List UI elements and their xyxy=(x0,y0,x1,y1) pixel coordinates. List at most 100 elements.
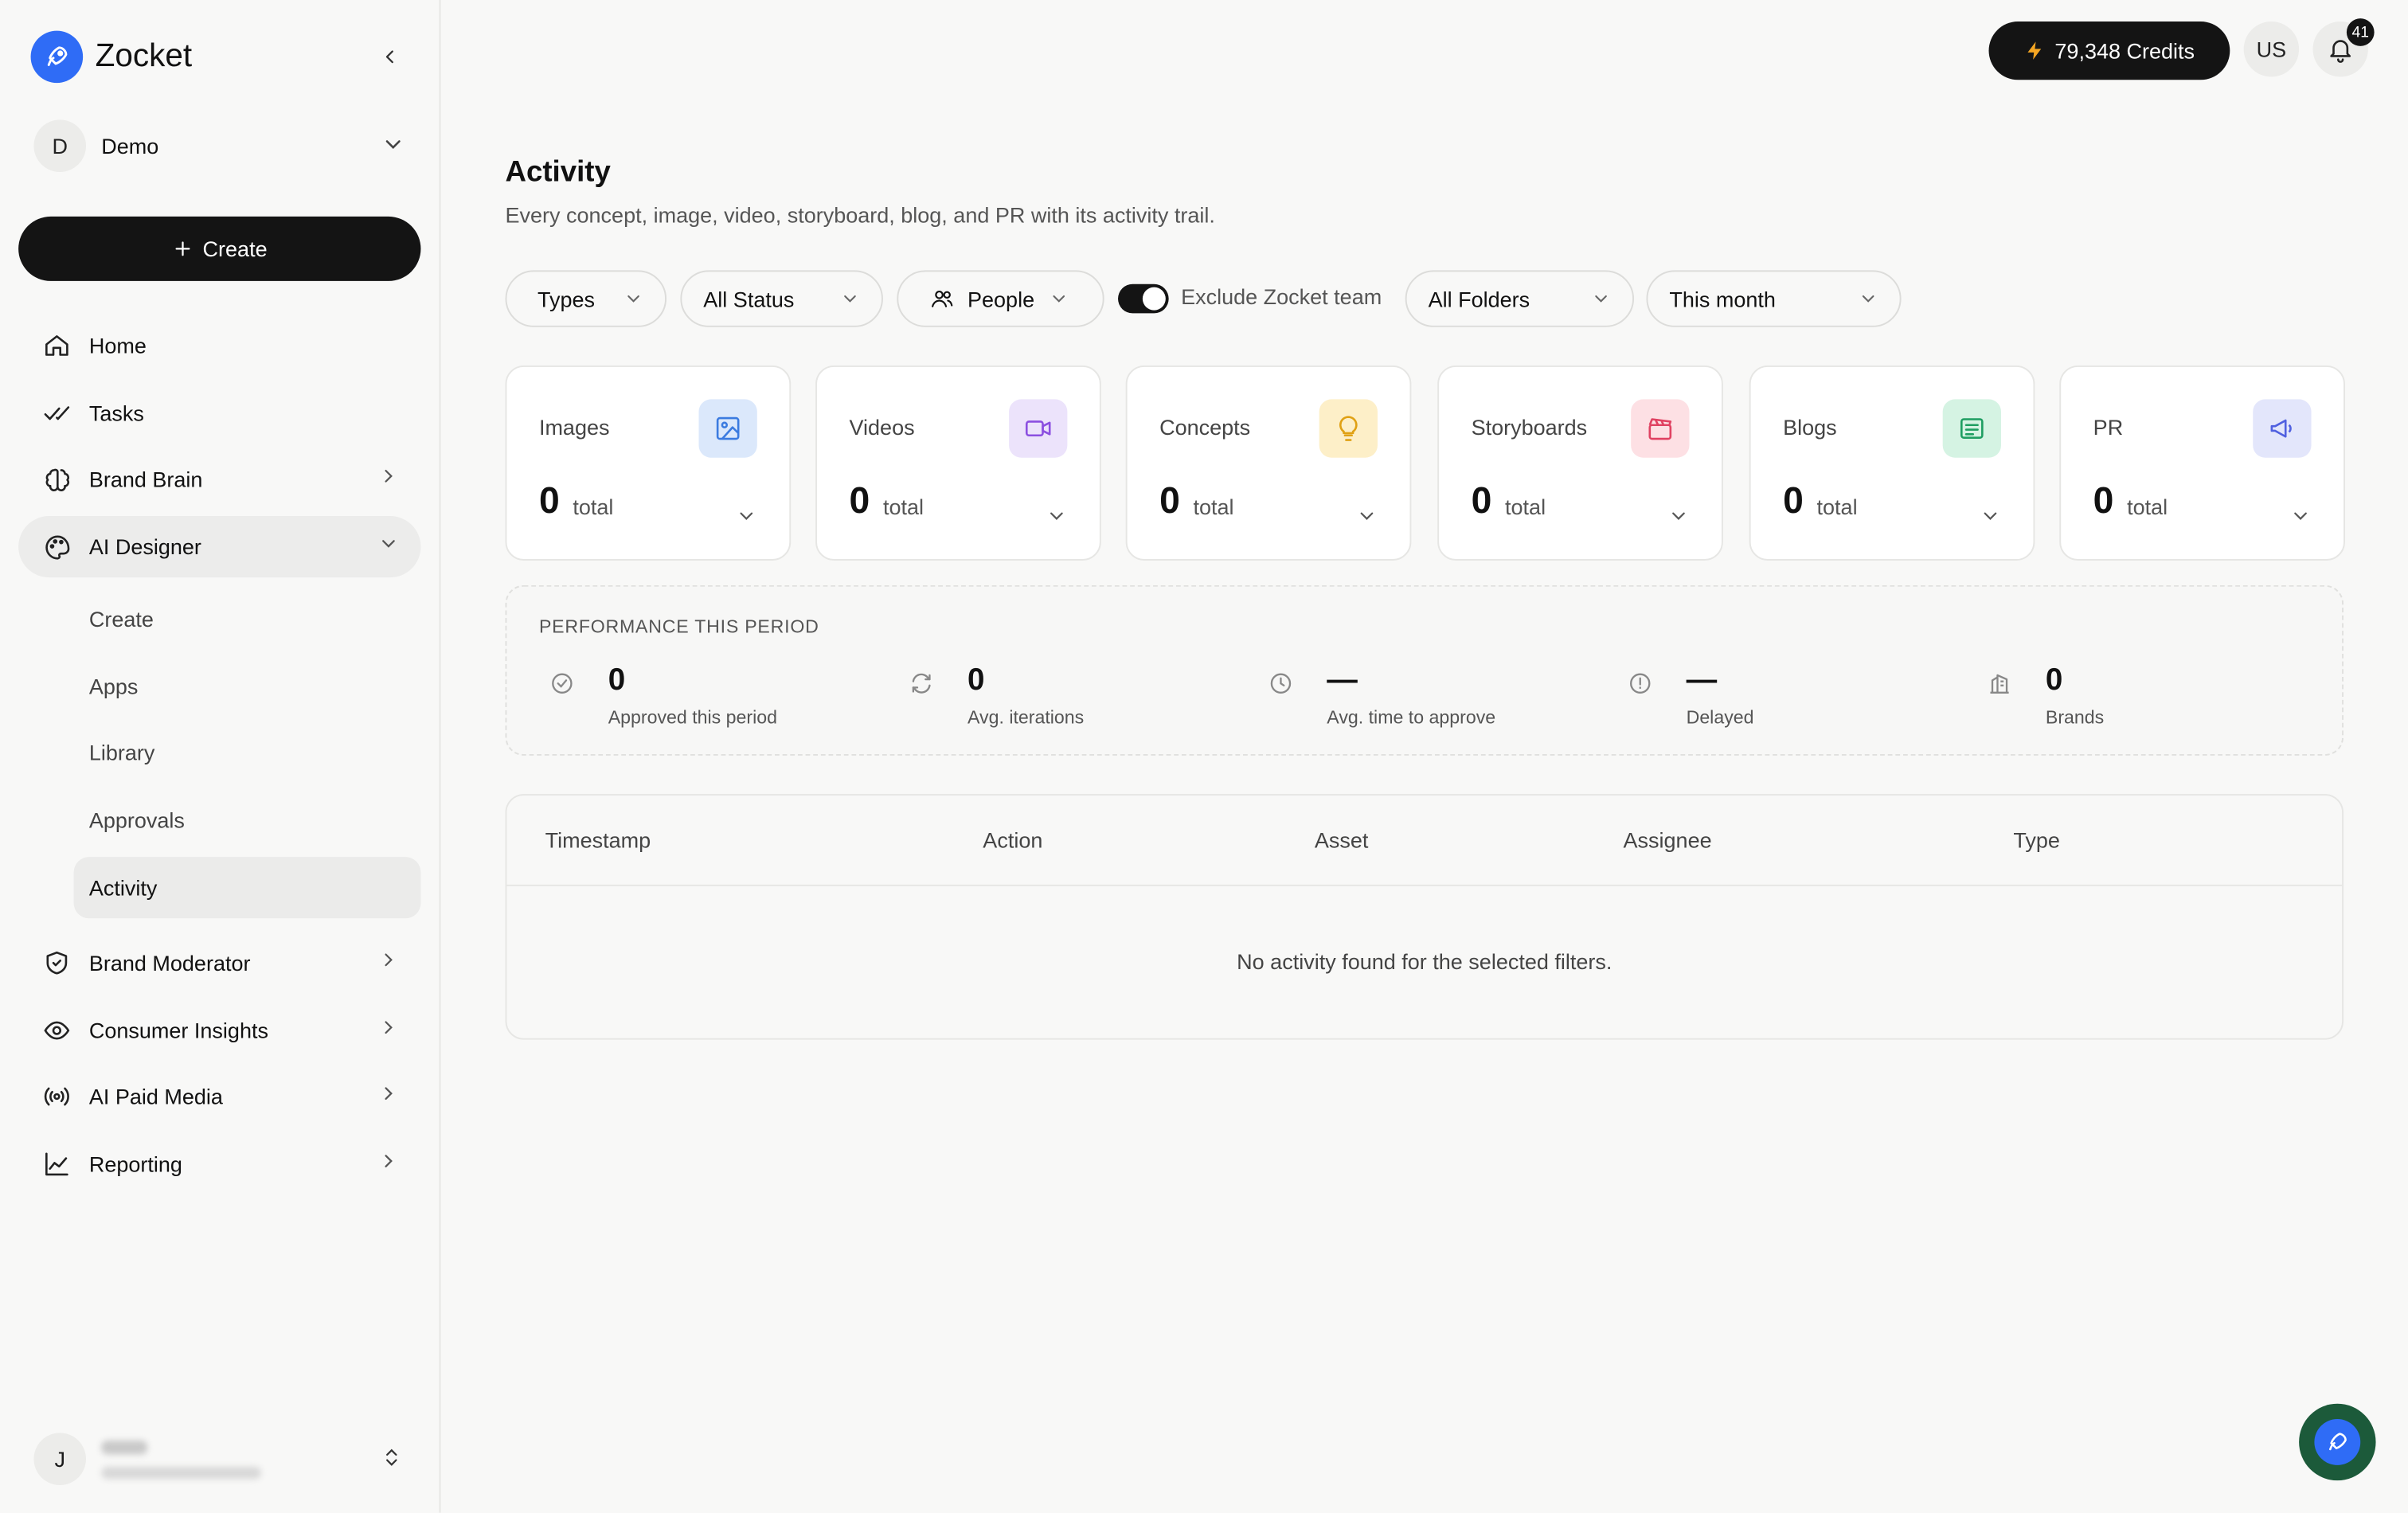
clapperboard-icon xyxy=(1631,399,1690,458)
stat-card-value: 0 xyxy=(1471,480,1492,522)
brand-logo[interactable]: Zocket xyxy=(30,30,193,84)
clock-icon xyxy=(1267,670,1295,698)
people-filter-label: People xyxy=(968,286,1035,311)
column-header-assignee[interactable]: Assignee xyxy=(1624,828,1712,853)
chevron-up-down-icon xyxy=(381,1444,402,1472)
sidebar-item-tasks[interactable]: Tasks xyxy=(18,382,420,444)
stat-card-concepts[interactable]: Concepts 0 total xyxy=(1125,366,1412,561)
stat-card-pr[interactable]: PR 0 total xyxy=(2059,366,2345,561)
stat-card-unit: total xyxy=(1193,495,1234,519)
chevron-right-icon xyxy=(377,1017,399,1038)
stat-card-label: Images xyxy=(538,414,610,440)
column-header-asset[interactable]: Asset xyxy=(1315,828,1369,853)
status-filter[interactable]: All Status xyxy=(680,270,883,327)
stat-card-unit: total xyxy=(2127,495,2168,519)
chevron-down-icon xyxy=(1049,289,1069,309)
region-avatar[interactable]: US xyxy=(2243,22,2300,77)
types-filter[interactable]: Types xyxy=(505,270,667,327)
sidebar-item-label: Home xyxy=(88,333,147,358)
people-icon xyxy=(929,287,956,311)
eye-icon xyxy=(40,1014,73,1047)
stat-card-value: 0 xyxy=(2093,480,2114,522)
period-filter-label: This month xyxy=(1669,286,1776,311)
metric-label: Approved this period xyxy=(608,706,778,729)
video-icon xyxy=(1009,399,1068,458)
status-filter-label: All Status xyxy=(703,286,795,311)
column-header-action[interactable]: Action xyxy=(983,828,1042,853)
chevron-down-icon xyxy=(736,506,757,527)
check-icon xyxy=(40,397,73,430)
column-header-timestamp[interactable]: Timestamp xyxy=(545,828,651,853)
sidebar-item-home[interactable]: Home xyxy=(18,315,420,376)
user-avatar: J xyxy=(33,1433,87,1485)
collapse-sidebar-button[interactable] xyxy=(375,41,406,72)
stat-card-videos[interactable]: Videos 0 total xyxy=(815,366,1101,561)
metric-approved: 0 Approved this period xyxy=(549,663,902,740)
performance-panel: PERFORMANCE THIS PERIOD 0 Approved this … xyxy=(505,584,2344,756)
image-icon xyxy=(698,399,757,458)
stat-card-unit: total xyxy=(1505,495,1546,519)
stat-card-blogs[interactable]: Blogs 0 total xyxy=(1749,366,2035,561)
sidebar-subitem-create[interactable]: Create xyxy=(74,588,421,650)
chevron-down-icon xyxy=(1356,506,1378,527)
sidebar-item-ai-paid-media[interactable]: AI Paid Media xyxy=(18,1065,420,1127)
brand-name: Zocket xyxy=(95,38,193,74)
chevron-down-icon xyxy=(377,533,399,554)
metric-value: — xyxy=(1327,663,1358,698)
lightbulb-icon xyxy=(1319,399,1378,458)
period-filter[interactable]: This month xyxy=(1646,270,1902,327)
create-button[interactable]: Create xyxy=(18,216,421,281)
document-icon xyxy=(1942,399,2001,458)
sidebar-item-brand-brain[interactable]: Brand Brain xyxy=(18,448,420,510)
sidebar-subitem-apps[interactable]: Apps xyxy=(74,656,421,717)
user-menu[interactable]: J xyxy=(33,1431,414,1486)
refresh-icon xyxy=(908,670,936,698)
empty-state-message: No activity found for the selected filte… xyxy=(1237,948,1612,974)
assistant-fab-button[interactable] xyxy=(2299,1403,2376,1481)
chevron-down-icon xyxy=(624,289,643,309)
credits-button[interactable]: 79,348 Credits xyxy=(1988,22,2230,80)
sidebar-subitem-approvals[interactable]: Approvals xyxy=(74,789,421,850)
metric-value: 0 xyxy=(2045,663,2063,698)
stat-card-images[interactable]: Images 0 total xyxy=(505,366,792,561)
people-filter[interactable]: People xyxy=(897,270,1104,327)
workspace-avatar: D xyxy=(33,119,87,173)
sidebar-item-reporting[interactable]: Reporting xyxy=(18,1133,420,1194)
building-icon xyxy=(1986,670,2014,698)
metric-label: Avg. time to approve xyxy=(1327,706,1496,729)
sidebar-item-label: Consumer Insights xyxy=(88,1018,268,1043)
sidebar-item-consumer-insights[interactable]: Consumer Insights xyxy=(18,1000,420,1061)
sidebar-item-brand-moderator[interactable]: Brand Moderator xyxy=(18,932,420,994)
check-circle-icon xyxy=(549,670,577,698)
activity-table: Timestamp Action Asset Assignee Type No … xyxy=(505,794,2344,1040)
broadcast-icon xyxy=(40,1080,73,1113)
sidebar: Zocket D Demo Create Home Tasks Brand Br… xyxy=(0,0,441,1513)
create-button-label: Create xyxy=(202,237,268,261)
sidebar-item-label: Brand Brain xyxy=(88,467,203,492)
sidebar-subitem-activity[interactable]: Activity xyxy=(73,857,421,919)
lightning-icon xyxy=(2024,38,2046,63)
alert-circle-icon xyxy=(1626,670,1654,698)
exclude-zocket-team-toggle[interactable] xyxy=(1118,283,1169,314)
notification-count-badge: 41 xyxy=(2346,18,2375,46)
metric-brands: 0 Brands xyxy=(1986,663,2340,740)
stat-card-label: PR xyxy=(2093,414,2124,440)
workspace-switcher[interactable]: D Demo xyxy=(33,119,414,173)
metric-value: — xyxy=(1686,663,1718,698)
folders-filter[interactable]: All Folders xyxy=(1405,270,1635,327)
page-subtitle: Every concept, image, video, storyboard,… xyxy=(505,202,1215,228)
stat-card-label: Videos xyxy=(849,414,915,440)
stat-card-storyboards[interactable]: Storyboards 0 total xyxy=(1437,366,1723,561)
sidebar-item-label: AI Designer xyxy=(88,534,201,560)
chevron-right-icon xyxy=(377,1151,399,1172)
metric-value: 0 xyxy=(968,663,985,698)
sidebar-subitem-library[interactable]: Library xyxy=(74,721,421,783)
metric-avg-time-to-approve: — Avg. time to approve xyxy=(1267,663,1620,740)
chevron-down-icon xyxy=(1667,506,1689,527)
table-header: Timestamp Action Asset Assignee Type xyxy=(506,796,2343,886)
column-header-type[interactable]: Type xyxy=(2013,828,2060,853)
chevron-down-icon xyxy=(2290,506,2312,527)
chevron-right-icon xyxy=(377,949,399,971)
sidebar-item-ai-designer[interactable]: AI Designer xyxy=(18,516,421,578)
notifications-button[interactable]: 41 xyxy=(2312,18,2375,77)
